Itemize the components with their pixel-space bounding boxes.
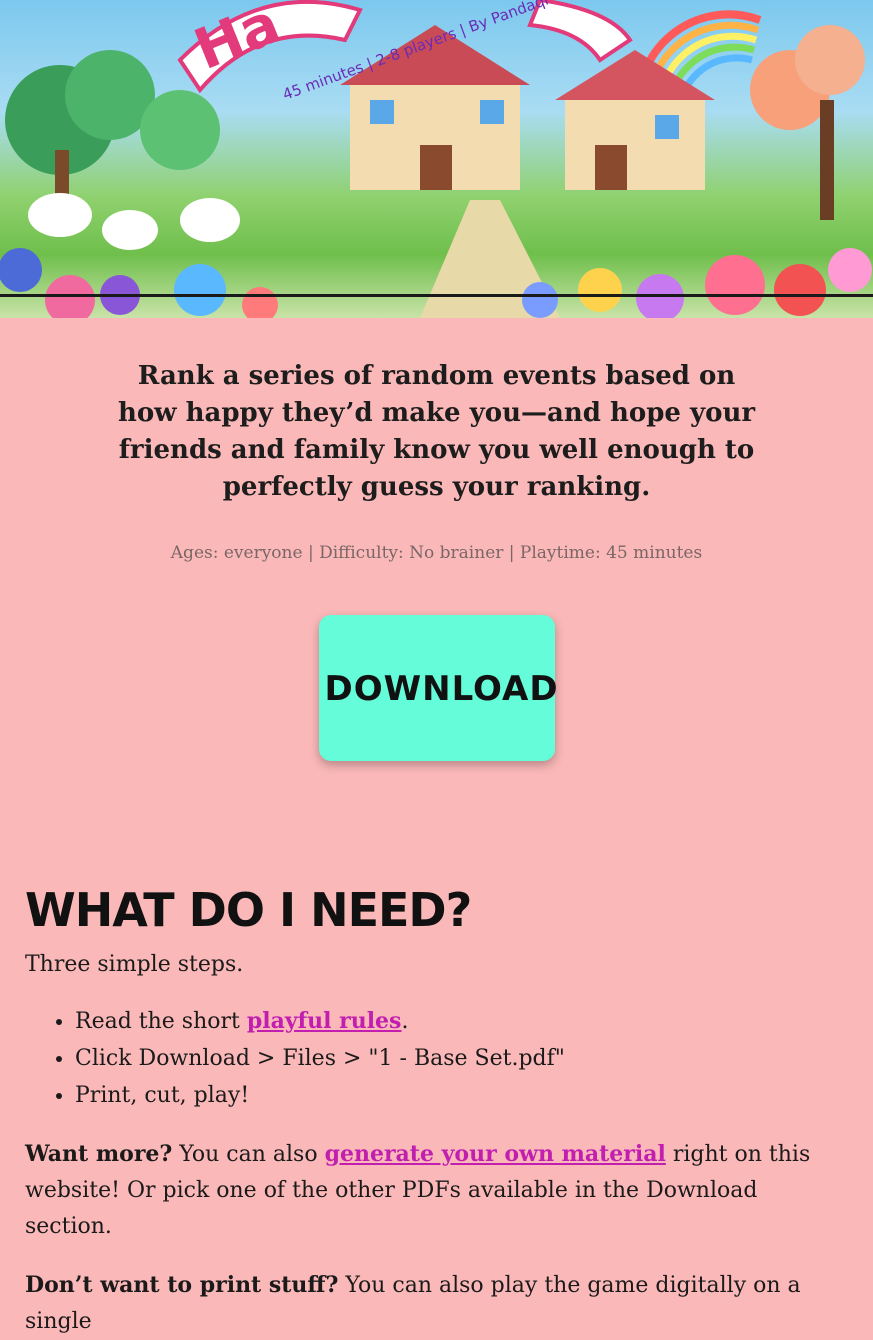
list-item: Read the short playful rules. — [75, 1003, 848, 1040]
hero-illustration: Ha 45 minutes | 2-8 players | By Pandaqi — [0, 0, 873, 318]
download-button[interactable]: Download — [318, 615, 558, 761]
hero-banner: Ha 45 minutes | 2-8 players | By Pandaqi — [0, 0, 873, 318]
want-more-text: You can also — [172, 1142, 325, 1167]
playful-rules-link[interactable]: playful rules — [247, 1008, 402, 1034]
what-do-i-need-section: What do I need? Three simple steps. Read… — [0, 883, 873, 1340]
no-print-paragraph: Don’t want to print stuff? You can also … — [25, 1267, 848, 1340]
want-more-paragraph: Want more? You can also generate your ow… — [25, 1136, 848, 1245]
section-heading: What do I need? — [25, 883, 472, 937]
game-meta: Ages: everyone | Difficulty: No brainer … — [170, 543, 703, 563]
steps-list: Read the short playful rules. Click Down… — [25, 1003, 848, 1114]
want-more-label: Want more? — [25, 1141, 173, 1167]
step-punct: . — [401, 1009, 409, 1034]
step-text: Read the short — [75, 1009, 247, 1034]
list-item: Click Download > Files > "1 - Base Set.p… — [75, 1040, 848, 1077]
list-item: Print, cut, play! — [75, 1077, 848, 1114]
no-print-label: Don’t want to print stuff? — [25, 1272, 339, 1298]
generate-material-link[interactable]: generate your own material — [325, 1141, 666, 1167]
section-intro: Three simple steps. — [25, 952, 244, 977]
game-tagline: Rank a series of random events based on … — [117, 361, 756, 502]
